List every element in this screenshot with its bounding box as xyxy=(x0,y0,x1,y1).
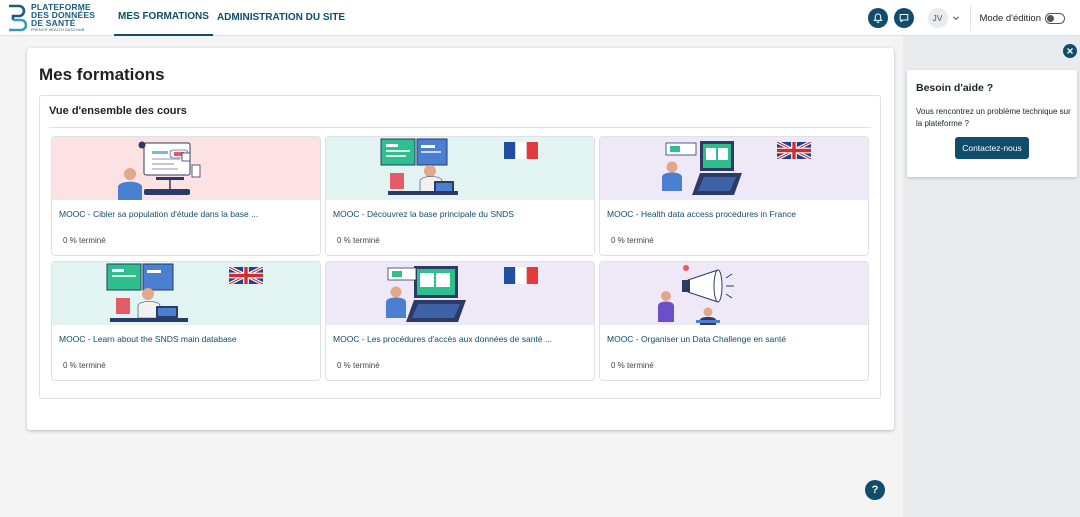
top-navbar: PLATEFORME DES DONNÉES DE SANTÉ FRENCH H… xyxy=(0,0,1080,36)
user-menu-toggle[interactable] xyxy=(952,13,962,23)
course-progress: 0 % terminé xyxy=(337,361,380,370)
french-flag-icon xyxy=(504,142,538,159)
course-title[interactable]: MOOC - Organiser un Data Challenge en sa… xyxy=(607,334,786,344)
course-card[interactable]: MOOC - Health data access procedures in … xyxy=(599,136,869,256)
uk-flag-icon xyxy=(777,142,811,159)
edit-mode-label: Mode d'édition xyxy=(979,12,1042,24)
course-illustration xyxy=(600,262,868,325)
logo-subtitle: FRENCH HEALTH DATA HUB xyxy=(31,27,85,32)
french-flag-icon xyxy=(504,267,538,284)
chevron-down-icon xyxy=(952,16,959,21)
course-illustration xyxy=(600,137,868,200)
course-title[interactable]: MOOC - Health data access procedures in … xyxy=(607,209,796,219)
uk-flag-icon xyxy=(229,267,263,284)
help-title: Besoin d'aide ? xyxy=(916,82,994,94)
messages-button[interactable] xyxy=(893,8,914,28)
course-overview-block: Vue d'ensemble des cours MOOC - Cibler s… xyxy=(39,95,881,399)
primary-nav: MES FORMATIONS ADMINISTRATION DU SITE xyxy=(114,0,349,36)
course-progress: 0 % terminé xyxy=(63,236,106,245)
course-illustration xyxy=(326,137,594,200)
logo-mark-icon xyxy=(7,4,28,32)
course-card[interactable]: MOOC - Learn about the SNDS main databas… xyxy=(51,261,321,381)
contact-us-button[interactable]: Contactez-nous xyxy=(955,137,1029,159)
help-fab-button[interactable]: ? xyxy=(865,480,885,500)
edit-mode-toggle[interactable] xyxy=(1045,12,1065,24)
page-title: Mes formations xyxy=(39,65,165,84)
close-drawer-button[interactable] xyxy=(1063,44,1077,58)
right-drawer: Besoin d'aide ? Vous rencontrez un probl… xyxy=(903,36,1080,517)
bell-icon xyxy=(872,13,883,23)
logo-line-3: DE SANTÉ xyxy=(31,17,76,28)
site-logo[interactable]: PLATEFORME DES DONNÉES DE SANTÉ FRENCH H… xyxy=(7,2,102,34)
nav-mes-formations[interactable]: MES FORMATIONS xyxy=(114,0,213,36)
notifications-button[interactable] xyxy=(867,8,888,28)
nav-administration-du-site[interactable]: ADMINISTRATION DU SITE xyxy=(213,0,349,36)
course-card[interactable]: MOOC - Découvrez la base principale du S… xyxy=(325,136,595,256)
course-card[interactable]: MOOC - Organiser un Data Challenge en sa… xyxy=(599,261,869,381)
user-avatar[interactable]: JV xyxy=(927,8,948,28)
course-illustration xyxy=(326,262,594,325)
main-region: Mes formations Vue d'ensemble des cours xyxy=(27,48,894,430)
block-title: Vue d'ensemble des cours xyxy=(49,105,187,117)
course-title[interactable]: MOOC - Les procédures d'accès aux donnée… xyxy=(333,334,552,344)
course-progress: 0 % terminé xyxy=(611,361,654,370)
help-text: Vous rencontrez un problème technique su… xyxy=(916,107,1071,128)
close-icon xyxy=(1067,48,1073,54)
help-block: Besoin d'aide ? Vous rencontrez un probl… xyxy=(907,70,1077,177)
course-illustration xyxy=(52,137,320,200)
course-progress: 0 % terminé xyxy=(337,236,380,245)
course-card[interactable]: MOOC - Les procédures d'accès aux donnée… xyxy=(325,261,595,381)
course-title[interactable]: MOOC - Découvrez la base principale du S… xyxy=(333,209,514,219)
course-card[interactable]: MOOC - Cibler sa population d'étude dans… xyxy=(51,136,321,256)
course-progress: 0 % terminé xyxy=(611,236,654,245)
course-progress: 0 % terminé xyxy=(63,361,106,370)
course-title[interactable]: MOOC - Cibler sa population d'étude dans… xyxy=(59,209,258,219)
toggle-knob xyxy=(1047,14,1054,22)
course-illustration xyxy=(52,262,320,325)
chat-bubble-icon xyxy=(899,14,908,23)
course-title[interactable]: MOOC - Learn about the SNDS main databas… xyxy=(59,334,237,344)
navbar-divider xyxy=(969,5,971,31)
block-separator xyxy=(49,127,871,128)
logo-text: PLATEFORME DES DONNÉES DE SANTÉ FRENCH H… xyxy=(31,2,95,33)
navbar-actions: JV Mode d'édition xyxy=(867,0,1080,36)
